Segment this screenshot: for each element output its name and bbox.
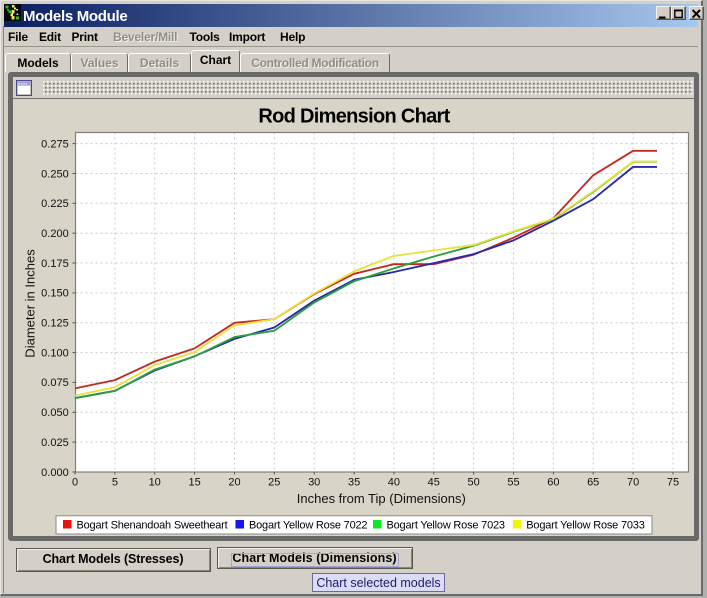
svg-text:35: 35: [348, 477, 360, 489]
svg-text:65: 65: [587, 477, 599, 489]
svg-text:0.050: 0.050: [41, 407, 69, 419]
svg-text:0: 0: [72, 477, 78, 489]
svg-text:0.200: 0.200: [41, 228, 69, 240]
svg-text:50: 50: [467, 477, 479, 489]
svg-text:70: 70: [627, 477, 639, 489]
svg-text:55: 55: [507, 477, 519, 489]
svg-text:5: 5: [112, 477, 118, 489]
svg-text:0.125: 0.125: [41, 318, 69, 330]
svg-text:40: 40: [388, 477, 400, 489]
svg-text:0.075: 0.075: [41, 377, 69, 389]
svg-text:75: 75: [667, 477, 679, 489]
svg-text:0.150: 0.150: [41, 288, 69, 300]
svg-text:0.275: 0.275: [41, 138, 69, 150]
svg-text:60: 60: [547, 477, 559, 489]
svg-text:10: 10: [149, 477, 161, 489]
svg-text:45: 45: [428, 477, 440, 489]
svg-text:Bogart Yellow Rose 7023: Bogart Yellow Rose 7023: [387, 520, 505, 532]
svg-text:Bogart Yellow Rose 7022: Bogart Yellow Rose 7022: [249, 520, 367, 532]
svg-text:Inches from Tip (Dimensions): Inches from Tip (Dimensions): [297, 491, 466, 506]
svg-text:Rod Dimension Chart: Rod Dimension Chart: [258, 105, 450, 127]
svg-text:25: 25: [268, 477, 280, 489]
svg-text:Diameter in Inches: Diameter in Inches: [23, 249, 38, 358]
svg-text:20: 20: [228, 477, 240, 489]
svg-text:0.250: 0.250: [41, 168, 69, 180]
svg-text:0.100: 0.100: [41, 347, 69, 359]
svg-text:0.000: 0.000: [41, 467, 69, 479]
svg-text:0.025: 0.025: [41, 437, 69, 449]
svg-text:0.175: 0.175: [41, 258, 69, 270]
svg-text:30: 30: [308, 477, 320, 489]
svg-text:0.225: 0.225: [41, 198, 69, 210]
svg-text:15: 15: [188, 477, 200, 489]
svg-text:Bogart Shenandoah Sweetheart: Bogart Shenandoah Sweetheart: [77, 520, 228, 532]
svg-text:Bogart Yellow Rose 7033: Bogart Yellow Rose 7033: [526, 520, 644, 532]
